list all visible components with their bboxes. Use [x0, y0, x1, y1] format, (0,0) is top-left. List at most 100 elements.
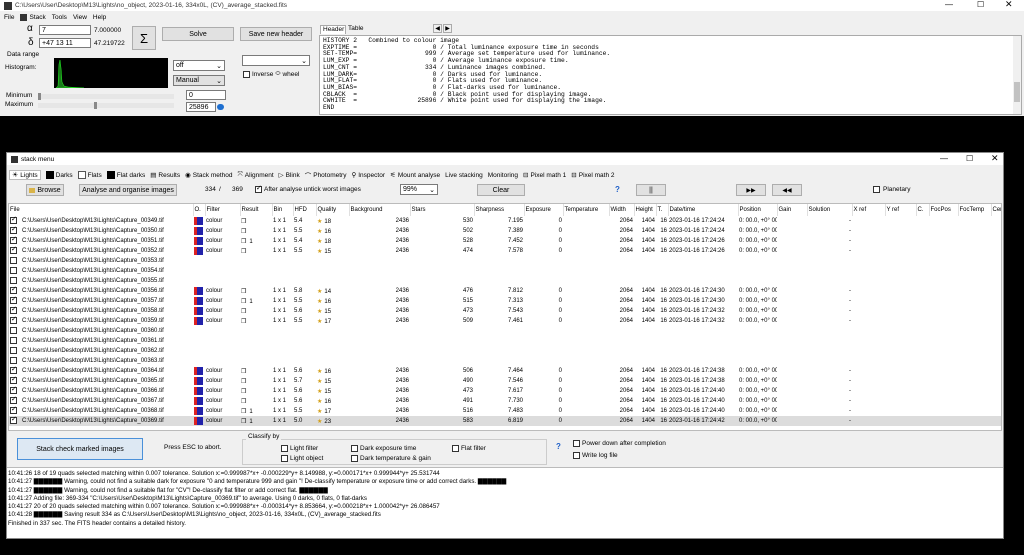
- rewind-button[interactable]: ◀◀: [772, 184, 802, 196]
- table-row[interactable]: C:\Users\User\Desktop\M13\Lights\Capture…: [9, 376, 1001, 386]
- flat-filter-checkbox[interactable]: [452, 445, 459, 452]
- column-header[interactable]: FocPos: [929, 204, 959, 216]
- column-header[interactable]: Stars: [410, 204, 475, 216]
- planetary-toggle[interactable]: Planetary: [873, 186, 910, 193]
- table-row[interactable]: C:\Users\User\Desktop\M13\Lights\Capture…: [9, 336, 1001, 346]
- table-row[interactable]: C:\Users\User\Desktop\M13\Lights\Capture…: [9, 306, 1001, 316]
- range-mode-select[interactable]: Manual ⌄: [173, 75, 225, 86]
- table-row[interactable]: C:\Users\User\Desktop\M13\Lights\Capture…: [9, 276, 1001, 286]
- fits-header-textarea[interactable]: HISTORY 2 Combined to colour image EXPTI…: [319, 35, 1022, 115]
- maximum-field[interactable]: 25896: [186, 102, 216, 112]
- row-checkbox[interactable]: [10, 396, 17, 405]
- slider-thumb[interactable]: [38, 93, 41, 100]
- tab-alignment[interactable]: ⤧ Alignment: [238, 171, 274, 179]
- tab-results[interactable]: ▤ Results: [150, 171, 180, 180]
- percent-select[interactable]: 99% ⌄: [400, 184, 438, 195]
- row-checkbox[interactable]: [10, 327, 17, 335]
- table-row[interactable]: C:\Users\User\Desktop\M13\Lights\Capture…: [9, 216, 1001, 226]
- sigma-button[interactable]: Σ: [132, 26, 156, 50]
- tab-lights[interactable]: ☀ Lights: [9, 170, 41, 180]
- tab-flats[interactable]: Flats: [77, 171, 102, 179]
- tab-photometry[interactable]: ⌒ Photometry: [305, 170, 347, 181]
- column-header[interactable]: Solution: [807, 204, 853, 216]
- column-header[interactable]: O.: [193, 204, 206, 216]
- save-new-header-button[interactable]: Save new header: [240, 27, 312, 41]
- row-checkbox[interactable]: [10, 357, 17, 365]
- maximize-button[interactable]: ☐: [977, 0, 984, 9]
- maximum-slider[interactable]: [38, 102, 174, 109]
- inverse-wheel-toggle[interactable]: Inverse ⬭ wheel: [243, 71, 299, 78]
- column-header[interactable]: Width: [609, 204, 635, 216]
- column-header[interactable]: Date/time: [668, 204, 739, 216]
- tab-stack-method[interactable]: ◉ Stack method: [185, 171, 232, 180]
- column-header[interactable]: Background: [349, 204, 411, 216]
- close-button[interactable]: ✕: [1005, 0, 1013, 10]
- ra-input[interactable]: 7: [39, 25, 91, 35]
- table-row[interactable]: C:\Users\User\Desktop\M13\Lights\Capture…: [9, 236, 1001, 246]
- column-header[interactable]: Exposure: [524, 204, 564, 216]
- table-row[interactable]: C:\Users\User\Desktop\M13\Lights\Capture…: [9, 266, 1001, 276]
- column-header[interactable]: C.: [916, 204, 930, 216]
- table-row[interactable]: C:\Users\User\Desktop\M13\Lights\Capture…: [9, 326, 1001, 336]
- table-row[interactable]: C:\Users\User\Desktop\M13\Lights\Capture…: [9, 356, 1001, 366]
- power-down-toggle[interactable]: Power down after completion: [573, 440, 666, 447]
- row-checkbox[interactable]: [10, 347, 17, 355]
- stack-minimize-button[interactable]: —: [940, 154, 948, 163]
- row-checkbox[interactable]: [10, 296, 17, 305]
- dec-input[interactable]: +47 13 11: [39, 38, 91, 48]
- column-header[interactable]: Position: [738, 204, 778, 216]
- column-header[interactable]: Sharpness: [474, 204, 525, 216]
- tab-header[interactable]: Header: [320, 25, 346, 34]
- column-header[interactable]: Temperature: [563, 204, 610, 216]
- classify-dark-temp[interactable]: Dark temperature & gain: [351, 455, 431, 462]
- row-checkbox[interactable]: [10, 366, 17, 375]
- solve-button[interactable]: Solve: [162, 27, 234, 41]
- row-checkbox[interactable]: [10, 406, 17, 415]
- column-header[interactable]: Result: [240, 204, 273, 216]
- header-keyword-select[interactable]: ⌄: [242, 55, 310, 66]
- tab-next-arrow-icon[interactable]: ▶: [443, 24, 452, 33]
- row-checkbox[interactable]: [10, 416, 17, 425]
- tab-pixel-math-2[interactable]: ⊟ Pixel math 2: [571, 171, 614, 180]
- after-analyse-toggle[interactable]: After analyse untick worst images: [255, 184, 361, 193]
- table-row[interactable]: C:\Users\User\Desktop\M13\Lights\Capture…: [9, 416, 1001, 426]
- scrollbar-thumb[interactable]: [1014, 82, 1020, 102]
- table-row[interactable]: C:\Users\User\Desktop\M13\Lights\Capture…: [9, 346, 1001, 356]
- classify-light-object[interactable]: Light object: [281, 455, 323, 462]
- stack-check-marked-button[interactable]: Stack check marked images: [17, 438, 143, 460]
- row-checkbox[interactable]: [10, 337, 17, 345]
- menu-tools[interactable]: Tools: [52, 14, 67, 21]
- table-row[interactable]: C:\Users\User\Desktop\M13\Lights\Capture…: [9, 406, 1001, 416]
- table-row[interactable]: C:\Users\User\Desktop\M13\Lights\Capture…: [9, 366, 1001, 376]
- tab-inspector[interactable]: ⚲ Inspector: [351, 171, 385, 180]
- menu-view[interactable]: View: [73, 14, 87, 21]
- tab-darks[interactable]: Darks: [45, 171, 73, 179]
- table-row[interactable]: C:\Users\User\Desktop\M13\Lights\Capture…: [9, 246, 1001, 256]
- menu-file[interactable]: File: [4, 14, 14, 21]
- max-spin-icon[interactable]: [217, 104, 224, 110]
- menu-help[interactable]: Help: [93, 14, 106, 21]
- stretch-select[interactable]: off ⌄: [173, 60, 225, 71]
- tab-monitoring[interactable]: Monitoring: [488, 172, 518, 179]
- clear-button[interactable]: Clear: [477, 184, 525, 196]
- classify-flat-filter[interactable]: Flat filter: [452, 445, 486, 452]
- column-header[interactable]: CentAlt: [991, 204, 1001, 216]
- column-header[interactable]: File: [9, 204, 194, 216]
- tab-mount-analyse[interactable]: ⚟ Mount analyse: [390, 171, 440, 180]
- column-header[interactable]: Filter: [205, 204, 241, 216]
- help-icon[interactable]: ?: [615, 185, 620, 194]
- inverse-checkbox[interactable]: [243, 71, 250, 78]
- row-checkbox[interactable]: [10, 226, 17, 235]
- fast-forward-button[interactable]: ▶▶: [736, 184, 766, 196]
- row-checkbox[interactable]: [10, 257, 17, 265]
- tab-flat-darks[interactable]: Flat darks: [106, 171, 145, 179]
- table-row[interactable]: C:\Users\User\Desktop\M13\Lights\Capture…: [9, 396, 1001, 406]
- column-header[interactable]: Gain: [777, 204, 808, 216]
- minimum-field[interactable]: 0: [186, 90, 226, 100]
- minimum-slider[interactable]: [38, 93, 174, 100]
- table-row[interactable]: C:\Users\User\Desktop\M13\Lights\Capture…: [9, 386, 1001, 396]
- row-checkbox[interactable]: [10, 306, 17, 315]
- table-row[interactable]: C:\Users\User\Desktop\M13\Lights\Capture…: [9, 296, 1001, 306]
- column-header[interactable]: X ref: [852, 204, 886, 216]
- row-checkbox[interactable]: [10, 246, 17, 255]
